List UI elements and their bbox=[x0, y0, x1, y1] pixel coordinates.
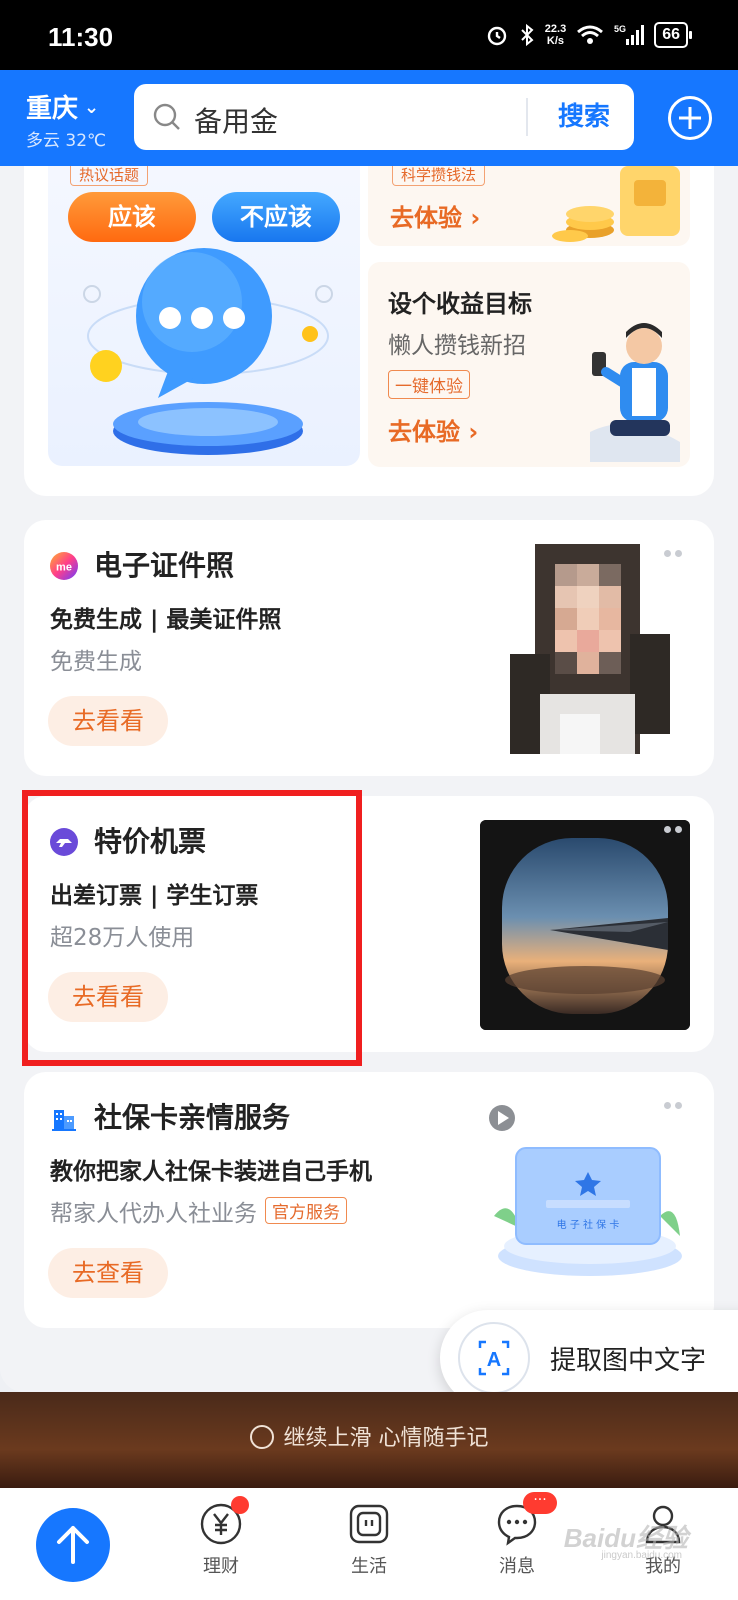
highlight-annotation bbox=[22, 790, 362, 1066]
coins-illustration bbox=[552, 166, 680, 242]
chat-bubble-illustration bbox=[83, 248, 333, 455]
try-link-bottom[interactable]: 去体验 › bbox=[388, 412, 478, 447]
weather-info: 多云 32℃ bbox=[26, 131, 107, 151]
notification-dot bbox=[231, 1496, 249, 1514]
me-logo-icon: me bbox=[50, 552, 78, 580]
signal-icon: 5G bbox=[614, 24, 645, 45]
topic-tag: 热议话题 bbox=[70, 166, 149, 186]
save-money-panel[interactable]: 科学攒钱法 去体验 › bbox=[368, 166, 690, 246]
more-options-icon[interactable] bbox=[664, 550, 684, 558]
social-card-thumbnail: 电 子 社 保 卡 bbox=[480, 1096, 690, 1306]
scroll-hint[interactable]: 继续上滑 心情随手记 bbox=[0, 1420, 738, 1452]
vote-yes-button[interactable]: 应该 bbox=[68, 192, 196, 242]
battery-indicator: 66 bbox=[654, 22, 692, 48]
try-link-top[interactable]: 去体验 › bbox=[390, 198, 480, 233]
svg-text:A: A bbox=[487, 1349, 501, 1371]
wifi-icon bbox=[577, 25, 604, 44]
nav-label: 理财 bbox=[203, 1556, 239, 1577]
topic-vote-panel[interactable]: 热议话题 应该 不应该 bbox=[48, 166, 360, 466]
search-box[interactable]: 备用金 搜索 bbox=[134, 84, 634, 150]
go-check-button[interactable]: 去查看 bbox=[48, 1248, 168, 1298]
social-card-illustration: 电 子 社 保 卡 bbox=[489, 1105, 682, 1276]
service-title: 电子证件照 bbox=[94, 549, 235, 582]
yuan-icon bbox=[199, 1496, 249, 1546]
status-bar: 11:30 22.3 K/s 5G 66 bbox=[0, 0, 738, 70]
service-desc: 教你把家人社保卡装进自己手机 bbox=[50, 1159, 372, 1185]
airplane-window-image bbox=[480, 820, 690, 1030]
app-header: 重庆 ⌄ 多云 32℃ 备用金 搜索 bbox=[0, 70, 738, 166]
service-desc: 免费生成 | 最美证件照 bbox=[50, 607, 282, 633]
nav-item-messages[interactable]: ··· 消息 bbox=[472, 1492, 562, 1578]
goal-title: 设个收益目标 bbox=[388, 290, 532, 318]
vote-no-button[interactable]: 不应该 bbox=[212, 192, 340, 242]
go-see-button[interactable]: 去看看 bbox=[48, 696, 168, 746]
building-logo-icon bbox=[52, 1110, 76, 1131]
main-feed[interactable]: 热议话题 应该 不应该 科学攒钱法 去体验 › 设个收益目标 懒人攒钱新招 一键… bbox=[0, 166, 738, 1392]
goal-panel[interactable]: 设个收益目标 懒人攒钱新招 一键体验 去体验 › bbox=[368, 262, 690, 467]
bluetooth-icon bbox=[521, 23, 534, 47]
card-text: 电 子 社 保 卡 bbox=[557, 1218, 620, 1231]
promo-card: 热议话题 应该 不应该 科学攒钱法 去体验 › 设个收益目标 懒人攒钱新招 一键… bbox=[24, 166, 714, 496]
net-speed: 22.3 K/s bbox=[544, 23, 567, 47]
search-divider bbox=[526, 98, 528, 136]
service-subtitle: 免费生成 bbox=[50, 649, 142, 675]
search-button[interactable]: 搜索 bbox=[534, 84, 634, 150]
search-icon bbox=[153, 103, 180, 130]
smile-icon bbox=[249, 1425, 274, 1449]
nav-label: 消息 bbox=[499, 1556, 535, 1577]
watermark-subtitle: jingyan.baidu.com bbox=[601, 1550, 682, 1561]
arrow-up-icon bbox=[57, 1526, 89, 1564]
service-title: 社保卡亲情服务 bbox=[94, 1101, 291, 1134]
goal-subtitle: 懒人攒钱新招 bbox=[388, 333, 526, 359]
search-input[interactable]: 备用金 bbox=[194, 100, 278, 140]
nav-item-life[interactable]: 生活 bbox=[324, 1502, 414, 1578]
extract-text-label: 提取图中文字 bbox=[550, 1346, 707, 1376]
goal-tag: 一键体验 bbox=[388, 370, 470, 399]
svg-text:5G: 5G bbox=[614, 24, 626, 34]
airplane-window-thumbnail bbox=[480, 820, 690, 1030]
pixelated-portrait-image bbox=[480, 544, 690, 754]
nav-label: 生活 bbox=[351, 1556, 387, 1577]
person-phone-illustration bbox=[590, 323, 680, 462]
chevron-down-icon: ⌄ bbox=[84, 97, 100, 118]
id-photo-thumbnail bbox=[480, 544, 690, 754]
service-card-social-security[interactable]: 社保卡亲情服务 教你把家人社保卡装进自己手机 帮家人代办人社业务 官方服务 去查看… bbox=[24, 1072, 714, 1328]
city-name: 重庆 bbox=[26, 94, 79, 124]
nav-item-finance[interactable]: 理财 bbox=[176, 1496, 266, 1578]
service-subtitle: 帮家人代办人社业务 官方服务 bbox=[50, 1194, 347, 1228]
alarm-icon bbox=[487, 26, 506, 46]
more-options-icon[interactable] bbox=[664, 1102, 684, 1110]
message-badge: ··· bbox=[523, 1492, 557, 1514]
service-card-id-photo[interactable]: me 电子证件照 免费生成 | 最美证件照 免费生成 去看看 bbox=[24, 520, 714, 776]
official-service-tag: 官方服务 bbox=[265, 1197, 347, 1224]
add-icon[interactable] bbox=[668, 96, 712, 140]
status-time: 11:30 bbox=[48, 22, 114, 52]
message-icon: ··· bbox=[495, 1492, 557, 1546]
text-scan-icon: A bbox=[458, 1322, 530, 1394]
home-up-button[interactable] bbox=[36, 1508, 110, 1582]
city-selector[interactable]: 重庆 ⌄ bbox=[26, 88, 99, 125]
svg-text:me: me bbox=[56, 562, 72, 574]
more-options-icon[interactable] bbox=[664, 826, 684, 834]
life-icon bbox=[347, 1502, 391, 1546]
status-icons: 22.3 K/s 5G 66 bbox=[485, 22, 692, 48]
save-tag: 科学攒钱法 bbox=[392, 166, 486, 186]
